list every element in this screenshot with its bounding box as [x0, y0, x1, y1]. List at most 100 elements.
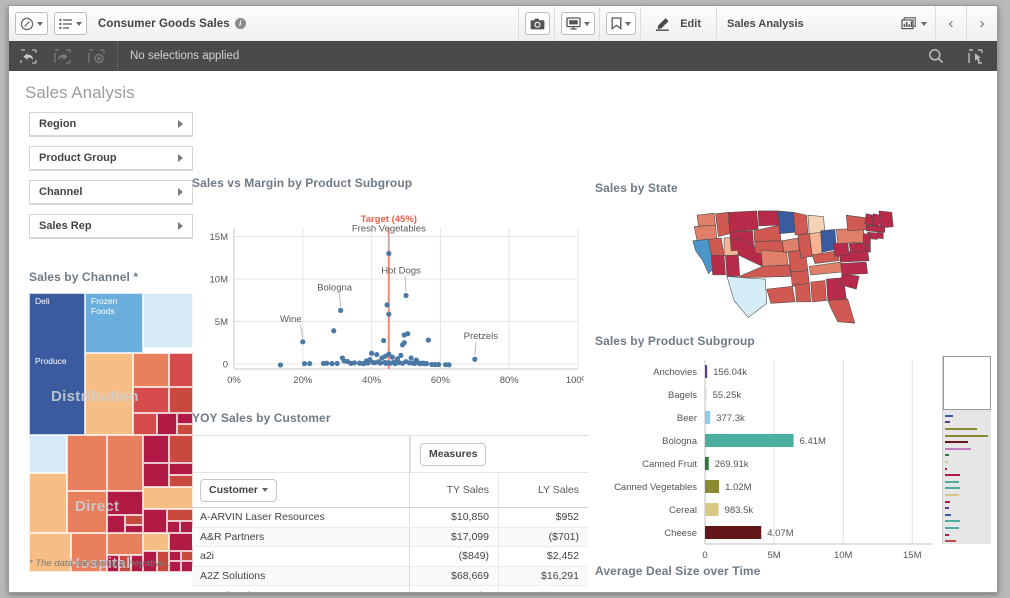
story-button[interactable]: [561, 12, 595, 35]
table-row[interactable]: A&R Partners$17,099($701): [192, 528, 588, 548]
treemap-tile[interactable]: [67, 435, 107, 491]
column-header-ly-sales[interactable]: LY Sales: [499, 473, 588, 507]
edit-group[interactable]: Edit: [641, 6, 716, 41]
map-state-mt[interactable]: [728, 211, 758, 232]
treemap-tile[interactable]: [169, 475, 193, 487]
map-state-ms[interactable]: [795, 283, 811, 301]
info-icon[interactable]: i: [235, 18, 246, 29]
treemap-tile[interactable]: [177, 424, 193, 435]
map-state-nh[interactable]: [872, 214, 881, 227]
customer-dimension-button[interactable]: Customer: [200, 479, 277, 502]
map-state-wa[interactable]: [697, 213, 715, 227]
map-state-mn[interactable]: [778, 211, 795, 234]
treemap-tile[interactable]: [143, 509, 167, 533]
map-state-id[interactable]: [716, 212, 730, 236]
sheet-list-button[interactable]: [54, 12, 87, 35]
area-chart[interactable]: [595, 586, 991, 593]
treemap-tile[interactable]: [143, 435, 169, 463]
map-state-tn[interactable]: [809, 262, 842, 275]
bookmark-button[interactable]: [606, 12, 636, 35]
map-state-nm[interactable]: [726, 255, 740, 276]
treemap-tile[interactable]: [67, 491, 107, 533]
table-row[interactable]: AA-Wizard$0$32,421: [192, 586, 588, 593]
measures-button[interactable]: Measures: [420, 443, 486, 466]
map-state-ma[interactable]: [866, 225, 884, 232]
treemap-tile[interactable]: [29, 473, 67, 533]
filter-channel[interactable]: Channel: [29, 180, 193, 205]
edit-label[interactable]: Edit: [674, 18, 712, 30]
treemap-tile[interactable]: [29, 435, 67, 473]
cell-customer[interactable]: a2i: [192, 547, 410, 566]
treemap-tile[interactable]: [85, 293, 143, 353]
treemap-tile[interactable]: [133, 413, 157, 435]
snapshot-button[interactable]: [525, 12, 550, 35]
map-state-tx[interactable]: [727, 276, 767, 317]
map-chart[interactable]: [595, 201, 991, 336]
search-selections-button[interactable]: [921, 41, 951, 71]
map-state-al[interactable]: [811, 281, 827, 302]
map-state-md[interactable]: [849, 243, 866, 252]
treemap-chart[interactable]: DeliFrozen FoodsProduceDistributionDirec…: [29, 293, 193, 572]
selection-forward-button[interactable]: [47, 41, 77, 71]
pivot-table[interactable]: Measures Customer TY Sales LY Sales A-AR…: [192, 435, 588, 593]
treemap-tile[interactable]: [169, 387, 193, 413]
treemap-tile[interactable]: [167, 521, 180, 533]
treemap-tile[interactable]: [125, 525, 143, 533]
bar-chart-scroll-minimap[interactable]: [942, 356, 991, 544]
treemap-tile[interactable]: [143, 463, 169, 487]
clear-selections-button[interactable]: [81, 41, 111, 71]
map-state-wi[interactable]: [794, 212, 808, 235]
cell-customer[interactable]: A2Z Solutions: [192, 567, 410, 586]
sheet-picker-group[interactable]: [887, 6, 935, 41]
selection-tool-button[interactable]: [961, 41, 991, 71]
navigation-menu-button[interactable]: [15, 12, 48, 35]
bar-chart[interactable]: Anchovies156.04kBagels55.25kBeer377.3kBo…: [595, 356, 991, 566]
map-state-nv[interactable]: [708, 238, 724, 256]
map-state-la[interactable]: [767, 286, 795, 303]
map-state-or[interactable]: [694, 225, 717, 241]
treemap-tile[interactable]: [29, 293, 85, 435]
map-state-nc[interactable]: [841, 262, 868, 275]
map-state-wv[interactable]: [834, 242, 850, 256]
edit-icon-button[interactable]: [651, 12, 674, 35]
treemap-tile[interactable]: [169, 463, 193, 475]
map-state-fl[interactable]: [828, 299, 855, 323]
next-sheet-button[interactable]: ›: [966, 6, 997, 41]
cell-customer[interactable]: A-ARVIN Laser Resources: [192, 508, 410, 527]
map-state-ks[interactable]: [761, 250, 788, 266]
selection-back-button[interactable]: [13, 41, 43, 71]
treemap-tile[interactable]: [107, 515, 125, 533]
map-state-az[interactable]: [711, 255, 725, 275]
treemap-tile[interactable]: [133, 353, 169, 387]
treemap-tile[interactable]: [125, 515, 143, 525]
filter-product-group[interactable]: Product Group: [29, 146, 193, 171]
treemap-tile[interactable]: [143, 533, 169, 551]
treemap-tile[interactable]: [167, 509, 193, 521]
cell-customer[interactable]: A&R Partners: [192, 528, 410, 547]
map-state-ok[interactable]: [740, 265, 791, 278]
treemap-tile[interactable]: [157, 413, 177, 435]
table-row[interactable]: a2i($849)$2,452: [192, 547, 588, 567]
minimap-viewport[interactable]: [943, 356, 991, 410]
treemap-tile[interactable]: [107, 491, 143, 515]
column-header-ty-sales[interactable]: TY Sales: [410, 473, 499, 507]
treemap-tile[interactable]: [107, 435, 143, 491]
treemap-tile[interactable]: [169, 353, 193, 387]
treemap-tile[interactable]: [169, 533, 193, 551]
scatter-chart[interactable]: Target (45%)Fresh VegetablesHot DogsBolo…: [192, 200, 584, 395]
map-state-ia[interactable]: [782, 238, 799, 252]
treemap-tile[interactable]: [177, 413, 193, 424]
treemap-tile[interactable]: [107, 533, 143, 555]
filter-sales-rep[interactable]: Sales Rep: [29, 214, 193, 239]
filter-region[interactable]: Region: [29, 112, 193, 137]
map-state-ri[interactable]: [878, 232, 884, 238]
previous-sheet-button[interactable]: ‹: [935, 6, 966, 41]
treemap-tile[interactable]: [133, 387, 169, 413]
treemap-tile[interactable]: [85, 353, 133, 435]
cell-customer[interactable]: AA-Wizard: [192, 586, 410, 593]
map-state-me[interactable]: [879, 211, 893, 228]
table-row[interactable]: A-ARVIN Laser Resources$10,850$952: [192, 508, 588, 528]
treemap-tile[interactable]: [143, 487, 193, 509]
sheet-stack-button[interactable]: [897, 12, 931, 35]
map-state-nd[interactable]: [758, 211, 779, 226]
